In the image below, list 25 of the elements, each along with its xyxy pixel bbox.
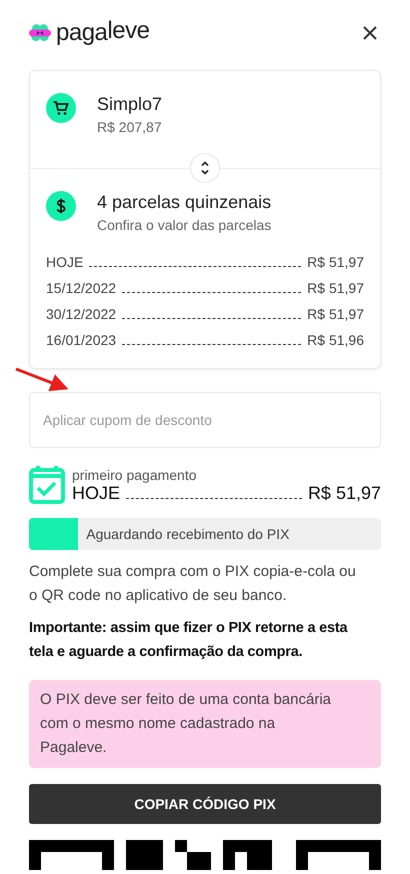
instructions-text: Complete sua compra com o PIX copia-e-cola ou o QR code no aplicativo de seu banco.: [29, 562, 357, 606]
payment-date: HOJE: [72, 483, 120, 504]
calendar-check-icon: [29, 466, 65, 504]
coupon-field[interactable]: Aplicar cupom de desconto: [29, 392, 381, 448]
close-icon[interactable]: [362, 25, 378, 41]
installment-date: 15/12/2022: [46, 280, 116, 296]
status-text: Aguardando recebimento do PIX: [86, 526, 290, 542]
order-total: R$ 207,87: [97, 119, 162, 135]
installment-date: 30/12/2022: [46, 306, 116, 322]
expand-toggle-icon[interactable]: [190, 153, 220, 183]
plan-subtitle: Confira o valor das parcelas: [97, 217, 272, 233]
installment-amount: R$ 51,97: [307, 254, 364, 270]
installment-date: 16/01/2023: [46, 332, 116, 348]
notice-text: O PIX deve ser feito de uma conta bancária com o mesmo nome cadastrado na Pagaleve.: [40, 691, 331, 756]
installment-amount: R$ 51,97: [307, 306, 364, 322]
payment-label: primeiro pagamento: [72, 467, 198, 483]
installment-amount: R$ 51,97: [307, 280, 364, 296]
payment-amount: R$ 51,97: [308, 483, 381, 504]
logo-icon: [29, 22, 51, 44]
plan-title: 4 parcelas quinzenais: [97, 192, 272, 213]
important-text: Importante: assim que fizer o PIX retorne a esta tela e aguarde a confirmação da compra.: [29, 619, 349, 662]
installment-amount: R$ 51,96: [307, 332, 364, 348]
merchant-name: Simplo7: [97, 94, 162, 115]
copy-pix-button[interactable]: COPIAR CÓDIGO PIX: [29, 784, 381, 824]
installment-date: HOJE: [46, 254, 84, 270]
